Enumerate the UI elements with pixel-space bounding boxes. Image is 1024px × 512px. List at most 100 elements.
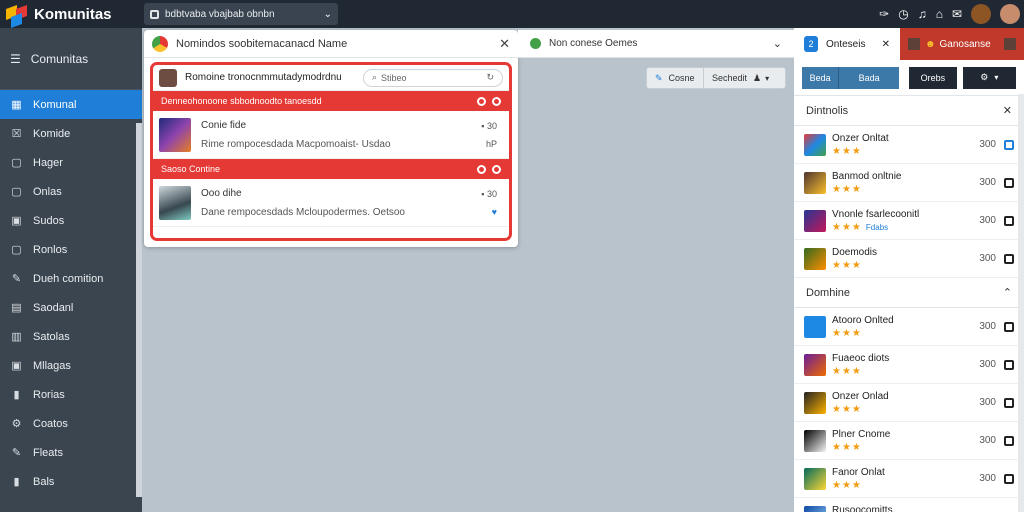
- select-checkbox[interactable]: [1004, 435, 1014, 446]
- list-item[interactable]: Doemodis ★★★ 300: [794, 240, 1024, 278]
- sidebar-item-satolas[interactable]: ▥ Satolas: [0, 322, 142, 351]
- list-item[interactable]: Ooo dihe Dane rempocesdads Mcloupodermes…: [153, 179, 509, 227]
- user-avatar[interactable]: [971, 4, 991, 24]
- sidebar-item-dueh-comition[interactable]: ✎ Dueh comition: [0, 264, 142, 293]
- panel-search-input[interactable]: ⌕ Stibeo ↻: [363, 68, 503, 87]
- list-item[interactable]: Atooro Onlted ★★★ 300: [794, 308, 1024, 346]
- bada-button[interactable]: Bada: [838, 66, 900, 89]
- tab-onteseis[interactable]: 2 Onteseis ✕: [794, 28, 900, 60]
- sidebar-item-rorias[interactable]: ▮ Rorias: [0, 380, 142, 409]
- list-item[interactable]: Plner Cnome ★★★ 300: [794, 422, 1024, 460]
- sidebar-item-onlas[interactable]: ▢ Onlas: [0, 177, 142, 206]
- sidebar-item-label: Saodanl: [33, 301, 74, 314]
- list-item[interactable]: Onzer Onlad ★★★ 300: [794, 384, 1024, 422]
- list-item[interactable]: Onzer Onltat ★★★ 300: [794, 126, 1024, 164]
- chevron-up-icon[interactable]: ⌃: [1003, 286, 1012, 299]
- sidebar-item-label: Sudos: [33, 214, 65, 227]
- game-thumbnail: [804, 133, 826, 156]
- sidebar-item-hager[interactable]: ▢ Hager: [0, 148, 142, 177]
- sidebar-item-ronlos[interactable]: ▢ Ronlos: [0, 235, 142, 264]
- select-checkbox[interactable]: [1004, 473, 1014, 484]
- game-thumbnail: [804, 247, 826, 270]
- select-checkbox[interactable]: [1004, 139, 1014, 150]
- sidebar-item-coatos[interactable]: ⚙ Coatos: [0, 409, 142, 438]
- workspace-selector[interactable]: bdbtvaba vbajbab obnbn ⌄: [144, 3, 338, 25]
- refresh-icon[interactable]: ↻: [486, 72, 494, 83]
- panel-row-label: Romoine tronocnmmutadymodrdnu: [185, 72, 342, 83]
- menu-icon[interactable]: ☰: [10, 52, 21, 66]
- status-ring-icon[interactable]: [492, 96, 501, 106]
- list-item[interactable]: Fanor Onlat ★★★ 300: [794, 460, 1024, 498]
- game-thumbnail: [159, 185, 191, 220]
- orebs-button[interactable]: Orebs: [909, 66, 957, 89]
- section-header-domhine[interactable]: Domhine ⌃: [794, 278, 1024, 308]
- select-checkbox[interactable]: [1004, 359, 1014, 370]
- game-thumbnail: [804, 467, 826, 490]
- rating-stars: ★★★: [832, 145, 862, 157]
- select-checkbox[interactable]: [1004, 321, 1014, 332]
- chevron-down-icon[interactable]: ⌄: [773, 37, 782, 50]
- gift-icon[interactable]: ⌂: [936, 7, 943, 21]
- bell-icon[interactable]: ♫: [918, 7, 927, 21]
- mail-icon[interactable]: ✉: [952, 7, 962, 21]
- user-avatar-secondary[interactable]: [1000, 4, 1020, 24]
- sidebar-item-komunal[interactable]: ▦ Komunal: [0, 90, 142, 119]
- section-header-dintnolis[interactable]: Dintnolis ✕: [794, 96, 1024, 126]
- chevron-down-icon: ⌄: [323, 8, 332, 20]
- app-logo-icon: [152, 35, 168, 52]
- select-checkbox[interactable]: [1004, 215, 1014, 226]
- sidebar-item-mllagas[interactable]: ▣ Mllagas: [0, 351, 142, 380]
- section-bar[interactable]: Saoso Contine: [153, 159, 509, 179]
- games-list-1: Onzer Onltat ★★★ 300 Banmod onltnie ★★★ 300 Vn…: [794, 126, 1024, 278]
- clock-icon[interactable]: ◷: [898, 7, 908, 21]
- rating-stars: ★★★: [832, 403, 862, 415]
- sidebar-item-komide[interactable]: ☒ Komide: [0, 119, 142, 148]
- list-item[interactable]: Fuaeoc diots ★★★ 300: [794, 346, 1024, 384]
- edit-button-label: Cosne: [668, 73, 695, 83]
- list-item[interactable]: Vnonle fsarlecoonitl ★★★ Fdabs 300: [794, 202, 1024, 240]
- sidebar-item-fleats[interactable]: ✎ Fleats: [0, 438, 142, 467]
- sidebar: ☰ Comunitas ▦ Komunal ☒ Komide ▢ Hager ▢ Onlas ▣…: [0, 28, 142, 512]
- puzzle-icon[interactable]: ✑: [879, 7, 889, 21]
- panel-search-placeholder: Stibeo: [381, 72, 407, 83]
- sidebar-item-saodanl[interactable]: ▤ Saodanl: [0, 293, 142, 322]
- status-dot-icon[interactable]: [477, 96, 486, 106]
- list-item[interactable]: Conie fide Rime rompocesdada Macpomoaist…: [153, 111, 509, 159]
- close-icon[interactable]: ✕: [882, 39, 890, 50]
- right-panel-scrollbar[interactable]: [1018, 94, 1024, 512]
- sidebar-item-icon: ▮: [13, 476, 20, 488]
- select-checkbox[interactable]: [1004, 253, 1014, 264]
- close-icon[interactable]: ✕: [499, 36, 510, 52]
- sidebar-item-sudos[interactable]: ▣ Sudos: [0, 206, 142, 235]
- section-bar-actions: [477, 164, 501, 174]
- beda-button[interactable]: Beda: [802, 66, 839, 89]
- status-ring-icon[interactable]: [492, 164, 501, 174]
- workspace-selector-text: bdbtvaba vbajbab obnbn: [165, 8, 275, 20]
- notification-panel: Nomindos soobitemacanacd Name ✕ Romoine …: [144, 30, 518, 247]
- app-brand[interactable]: Komunitas: [0, 0, 142, 29]
- card-subtitle: Dane rempocesdads Mcloupodermes. Oetsoo: [201, 206, 405, 218]
- alert-bar[interactable]: Denneohonoone sbbodnoodto tanoesdd: [153, 91, 509, 111]
- select-checkbox[interactable]: [1004, 397, 1014, 408]
- rating-stars: ★★★: [832, 259, 862, 271]
- list-item[interactable]: Rusoocomitts★★★300: [794, 498, 1024, 512]
- close-icon[interactable]: ✕: [1003, 104, 1012, 117]
- app-title: Komunitas: [34, 5, 112, 23]
- schedule-button[interactable]: Sechedit ♟ ▾: [704, 67, 786, 89]
- edit-button[interactable]: ✎ Cosne: [646, 67, 704, 89]
- sidebar-scrollbar[interactable]: [136, 123, 142, 497]
- settings-dropdown[interactable]: ⚙ ▾: [962, 66, 1016, 89]
- sidebar-item-label: Fleats: [33, 446, 63, 459]
- status-dot-icon[interactable]: [477, 164, 486, 174]
- alert-bar-text: Denneohonoone sbbodnoodto tanoesdd: [161, 96, 322, 106]
- tab-ganosanse[interactable]: ☻ Ganosanse: [900, 28, 1024, 60]
- like-icon[interactable]: ♥: [492, 207, 497, 217]
- tab-non-conese[interactable]: Non conese Oemes ⌄: [518, 30, 794, 58]
- sidebar-header[interactable]: ☰ Comunitas: [0, 28, 142, 90]
- sidebar-item-bals[interactable]: ▮ Bals: [0, 467, 142, 496]
- game-size: 300: [979, 139, 996, 150]
- pencil-icon: ✎: [655, 72, 663, 83]
- list-item[interactable]: Banmod onltnie ★★★ 300: [794, 164, 1024, 202]
- section-title: Domhine: [806, 286, 851, 299]
- select-checkbox[interactable]: [1004, 177, 1014, 188]
